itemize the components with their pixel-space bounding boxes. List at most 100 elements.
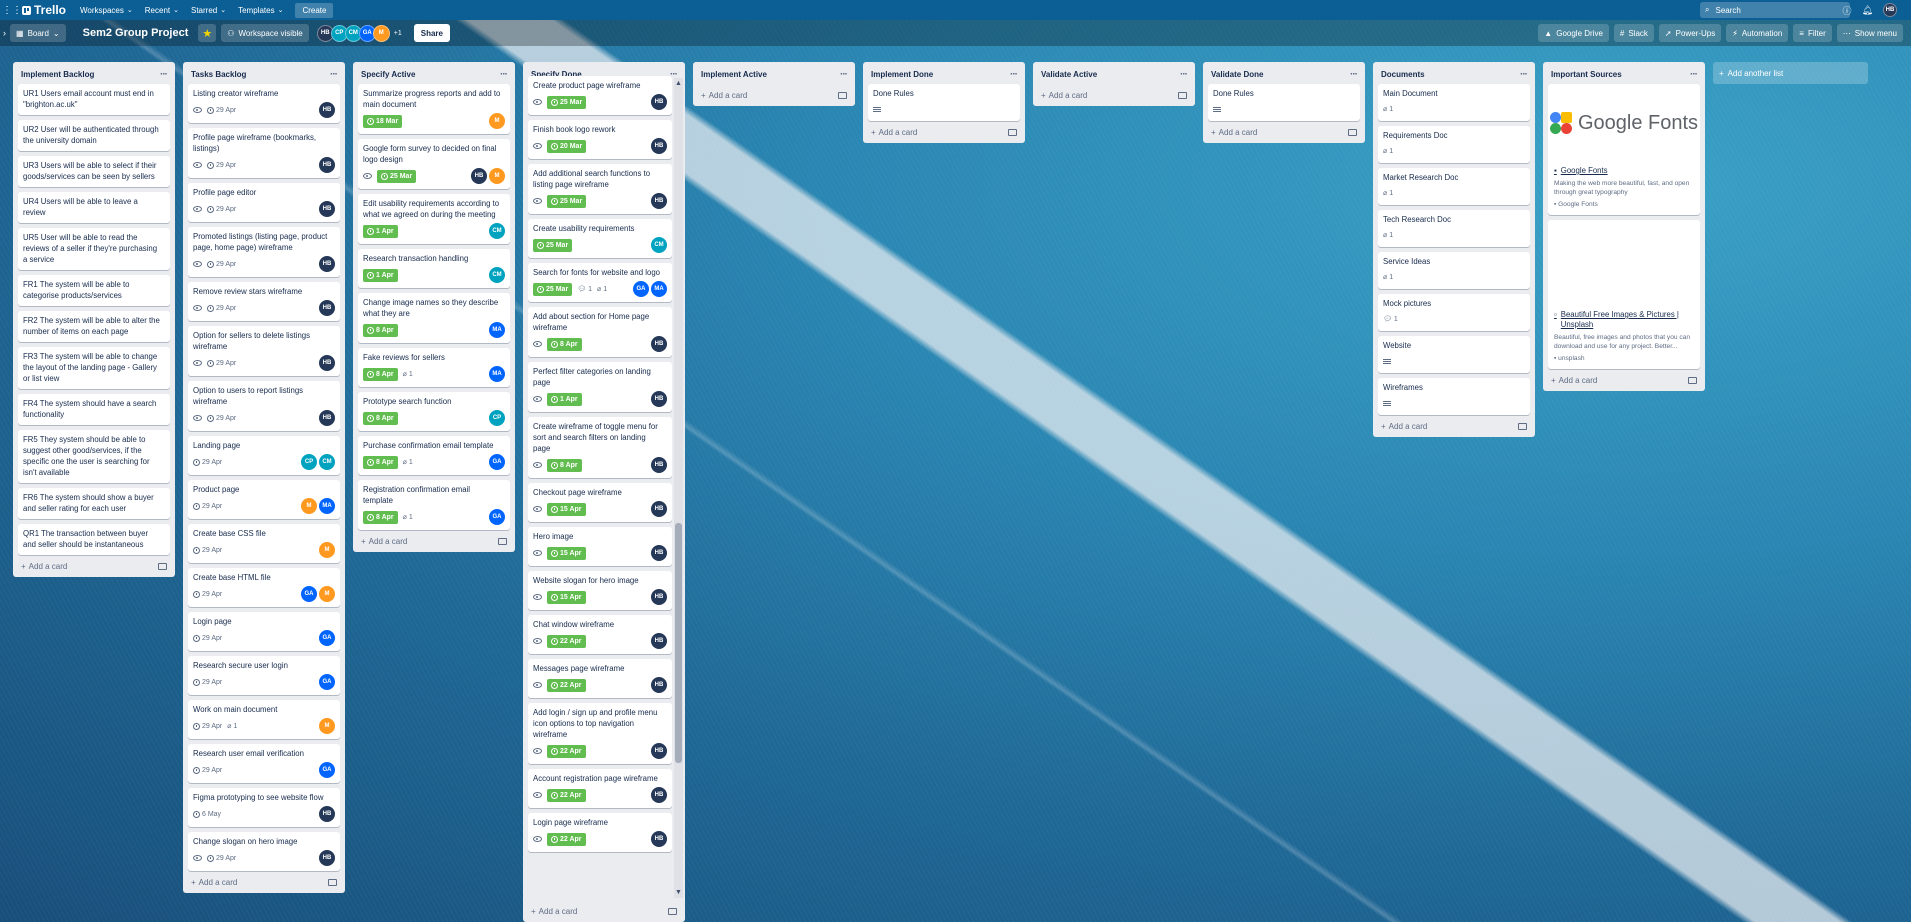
card[interactable]: Work on main document 29 Apr ⌀ 1 M	[188, 700, 340, 739]
member-avatar[interactable]: GA	[489, 509, 505, 525]
menu-recent[interactable]: Recent ⌄	[139, 0, 185, 20]
card[interactable]: Google form survey to decided on final l…	[358, 139, 510, 189]
list-title[interactable]: Documents	[1381, 70, 1425, 79]
card[interactable]: Option to users to report listings wiref…	[188, 381, 340, 431]
list-title[interactable]: Tasks Backlog	[191, 70, 246, 79]
card[interactable]: Wireframes	[1378, 378, 1530, 415]
search-input[interactable]: ⌕ Search	[1700, 2, 1850, 18]
card[interactable]: Profile page wireframe (bookmarks, listi…	[188, 128, 340, 178]
member-avatar[interactable]: GA	[301, 586, 317, 602]
card[interactable]: Create wireframe of toggle menu for sort…	[528, 417, 672, 478]
member-avatar[interactable]: HB	[651, 94, 667, 110]
member-avatar[interactable]: M	[319, 586, 335, 602]
card[interactable]: Login page wireframe 22 Apr HB	[528, 813, 672, 852]
star-button[interactable]: ★	[198, 24, 217, 42]
card[interactable]: Hero image 15 Apr HB	[528, 527, 672, 566]
list-menu-icon[interactable]: ···	[1350, 69, 1358, 80]
card-template-icon[interactable]	[328, 878, 337, 886]
card[interactable]: UR3 Users will be able to select if thei…	[18, 156, 170, 187]
google-drive-button[interactable]: ▲ Google Drive	[1538, 24, 1609, 42]
member-avatar[interactable]: HB	[319, 300, 335, 316]
link-title[interactable]: ▪ Google Fonts	[1554, 166, 1694, 176]
card-template-icon[interactable]	[498, 537, 507, 545]
card[interactable]: Add additional search functions to listi…	[528, 164, 672, 214]
card[interactable]: Mock pictures 💬︎ 1	[1378, 294, 1530, 331]
list-title[interactable]: Implement Backlog	[21, 70, 94, 79]
add-card-button[interactable]: + Add a card	[1548, 369, 1700, 391]
member-avatar[interactable]: CP	[301, 454, 317, 470]
card-template-icon[interactable]	[1688, 376, 1697, 384]
member-avatar[interactable]: M	[489, 168, 505, 184]
card[interactable]: Create base HTML file 29 Apr GA M	[188, 568, 340, 607]
card[interactable]: Create usability requirements 25 Mar CM	[528, 219, 672, 258]
card[interactable]: FR1 The system will be able to categoris…	[18, 275, 170, 306]
member-avatar[interactable]: HB	[651, 457, 667, 473]
member-avatar[interactable]: HB	[471, 168, 487, 184]
card[interactable]: Summarize progress reports and add to ma…	[358, 84, 510, 134]
card[interactable]: Search for fonts for website and logo 25 …	[528, 263, 672, 302]
member-avatar[interactable]: HB	[651, 545, 667, 561]
card[interactable]: Messages page wireframe 22 Apr HB	[528, 659, 672, 698]
member-avatar[interactable]: HB	[651, 743, 667, 759]
member-avatar[interactable]: HB	[651, 633, 667, 649]
card[interactable]: Add login / sign up and profile menu ico…	[528, 703, 672, 764]
member-avatar[interactable]: CP	[489, 410, 505, 426]
add-card-button[interactable]: + Add a card	[528, 900, 680, 922]
card[interactable]: Finish book logo rework 20 Mar HB	[528, 120, 672, 159]
member-avatar[interactable]: MA	[651, 281, 667, 297]
member-avatar[interactable]: HB	[651, 336, 667, 352]
card[interactable]: Create base CSS file 29 Apr M	[188, 524, 340, 563]
card[interactable]: Change slogan on hero image 29 Apr HB	[188, 832, 340, 871]
card[interactable]: Login page 29 Apr GA	[188, 612, 340, 651]
card-template-icon[interactable]	[1348, 128, 1357, 136]
menu-starred[interactable]: Starred ⌄	[185, 0, 232, 20]
card-template-icon[interactable]	[1178, 91, 1187, 99]
member-avatar[interactable]: HB	[651, 677, 667, 693]
card[interactable]: Requirements Doc ⌀ 1	[1378, 126, 1530, 163]
card[interactable]: FR5 They system should be able to sugges…	[18, 430, 170, 483]
list-menu-icon[interactable]: ···	[500, 69, 508, 80]
list-title[interactable]: Validate Active	[1041, 70, 1097, 79]
card[interactable]: Website slogan for hero image 15 Apr HB	[528, 571, 672, 610]
card[interactable]: Website	[1378, 336, 1530, 373]
menu-workspaces[interactable]: Workspaces ⌄	[74, 0, 139, 20]
list-title[interactable]: Specify Active	[361, 70, 415, 79]
card[interactable]: Prototype search function 8 Apr CP	[358, 392, 510, 431]
card-template-icon[interactable]	[838, 91, 847, 99]
list-menu-icon[interactable]: ···	[1520, 69, 1528, 80]
card[interactable]: Landing page 29 Apr CP CM	[188, 436, 340, 475]
card[interactable]: Checkout page wireframe 15 Apr HB	[528, 483, 672, 522]
member-avatar[interactable]: HB	[319, 102, 335, 118]
show-menu-button[interactable]: ⋯ Show menu	[1836, 24, 1903, 42]
card[interactable]: Research transaction handling 1 Apr CM	[358, 249, 510, 288]
card[interactable]: Chat window wireframe 22 Apr HB	[528, 615, 672, 654]
add-card-button[interactable]: + Add a card	[868, 121, 1020, 143]
member-avatar[interactable]: GA	[489, 454, 505, 470]
list-menu-icon[interactable]: ···	[1690, 69, 1698, 80]
info-icon[interactable]: ⓘ	[1843, 4, 1852, 17]
card[interactable]: Listing creator wireframe 29 Apr HB	[188, 84, 340, 123]
card[interactable]: Promoted listings (listing page, product…	[188, 227, 340, 277]
card-template-icon[interactable]	[1008, 128, 1017, 136]
member-avatar[interactable]: GA	[319, 630, 335, 646]
member-avatar[interactable]: M	[372, 24, 390, 42]
list-title[interactable]: Implement Done	[871, 70, 933, 79]
card[interactable]: Main Document ⌀ 1	[1378, 84, 1530, 121]
user-avatar[interactable]: HB	[1883, 3, 1897, 17]
add-another-list-button[interactable]: + Add another list	[1713, 62, 1868, 84]
member-avatar[interactable]: MA	[489, 366, 505, 382]
scrollbar-thumb[interactable]	[675, 523, 682, 763]
member-avatar[interactable]: HB	[651, 501, 667, 517]
member-avatar[interactable]: M	[319, 542, 335, 558]
member-avatar[interactable]: CM	[489, 223, 505, 239]
scroll-down-icon[interactable]: ▼	[675, 889, 682, 896]
link-card[interactable]: Google Fonts ▪ Google Fonts Making the web …	[1548, 84, 1700, 215]
member-avatar[interactable]: HB	[319, 850, 335, 866]
member-avatar[interactable]: GA	[319, 674, 335, 690]
add-card-button[interactable]: + Add a card	[1038, 84, 1190, 106]
list-menu-icon[interactable]: ···	[160, 69, 168, 80]
notifications-bell-icon[interactable]: 🔔︎	[1862, 5, 1873, 16]
visibility-button[interactable]: ⚇ Workspace visible	[221, 24, 309, 42]
member-avatar[interactable]: HB	[319, 157, 335, 173]
member-more-count[interactable]: +1	[394, 30, 402, 37]
